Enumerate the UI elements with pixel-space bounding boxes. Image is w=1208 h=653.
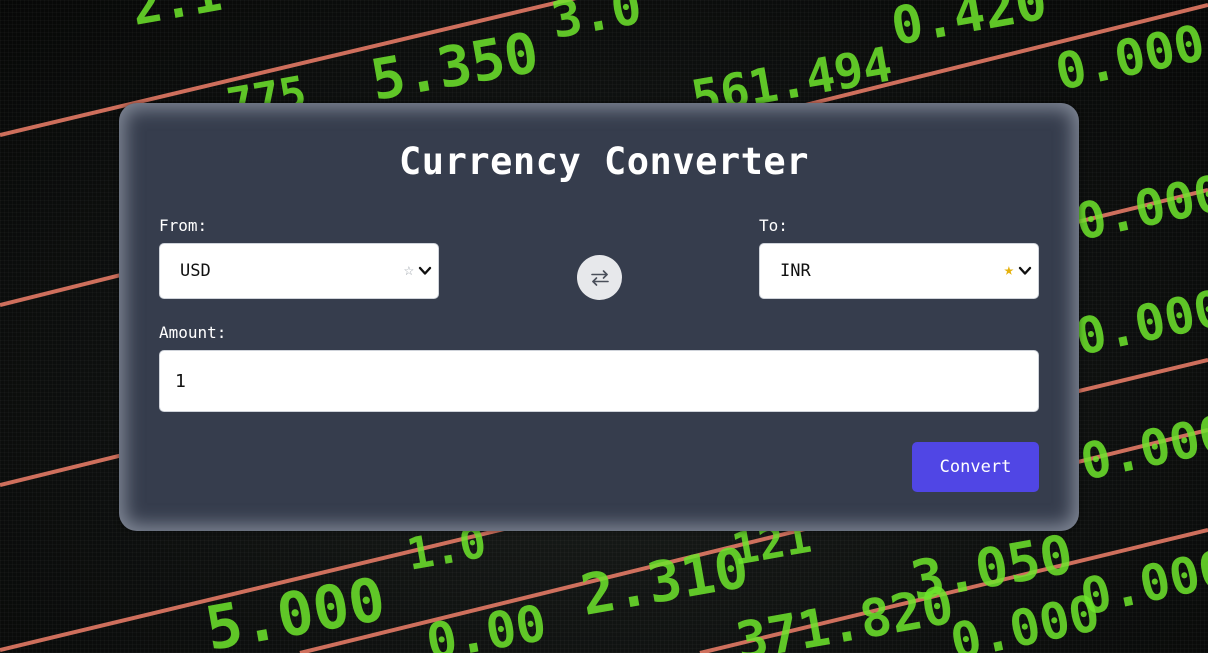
amount-label: Amount:: [159, 323, 227, 342]
ticker-value: 5.350: [366, 21, 543, 114]
ticker-value: 0.00: [422, 594, 551, 653]
ticker-value: 2.1: [127, 0, 226, 37]
amount-input[interactable]: [159, 350, 1039, 412]
from-currency-select[interactable]: USD ☆: [159, 243, 439, 299]
page-title: Currency Converter: [399, 140, 809, 183]
ticker-value: 3.0: [547, 0, 646, 50]
from-label: From:: [159, 216, 208, 235]
from-currency-value: USD: [180, 261, 211, 281]
convert-button[interactable]: Convert: [912, 442, 1039, 492]
star-icon[interactable]: ☆: [404, 260, 414, 280]
swap-arrows-icon: [590, 269, 609, 286]
to-currency-select[interactable]: INR ★: [759, 243, 1039, 299]
swap-currencies-button[interactable]: [577, 255, 622, 300]
ticker-value: 371.820: [732, 576, 958, 653]
ticker-value: 0.000: [1075, 404, 1208, 492]
ticker-value: 2.310: [576, 536, 753, 629]
chevron-down-icon: [418, 266, 432, 275]
star-icon[interactable]: ★: [1004, 260, 1014, 280]
to-label: To:: [759, 216, 788, 235]
to-currency-value: INR: [780, 261, 811, 281]
ticker-value: 0.000: [1050, 14, 1208, 102]
chevron-down-icon: [1018, 266, 1032, 275]
ticker-value: 0.000: [1070, 279, 1208, 367]
